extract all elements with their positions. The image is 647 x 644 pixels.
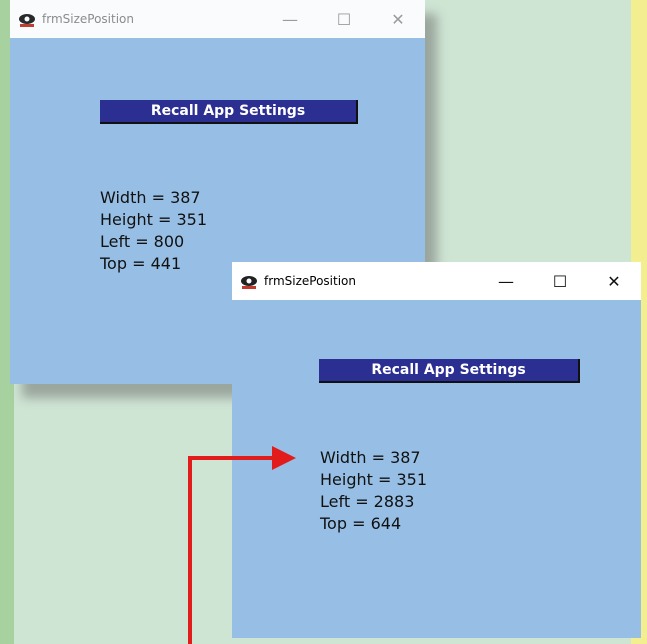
minimize-button[interactable]: — — [479, 262, 533, 300]
top-label: Top = 441 — [100, 254, 182, 273]
recall-app-settings-button[interactable]: Recall App Settings — [319, 359, 580, 383]
window-title: frmSizePosition — [42, 12, 134, 26]
annotation-arrow-vertical — [188, 458, 192, 644]
minimize-button[interactable]: — — [263, 0, 317, 38]
height-label: Height = 351 — [100, 210, 208, 229]
title-bar[interactable]: frmSizePosition — ☐ ✕ — [232, 262, 641, 300]
recall-app-settings-button[interactable]: Recall App Settings — [100, 100, 358, 124]
close-button[interactable]: ✕ — [371, 0, 425, 38]
arrow-head-icon — [272, 446, 296, 470]
top-label: Top = 644 — [320, 514, 402, 533]
window-title: frmSizePosition — [264, 274, 356, 288]
size-position-info: Width = 387 Height = 351 Left = 800 Top … — [100, 187, 207, 275]
maximize-button[interactable]: ☐ — [317, 0, 371, 38]
height-label: Height = 351 — [320, 470, 428, 489]
size-position-info: Width = 387 Height = 351 Left = 2883 Top… — [320, 447, 427, 535]
left-label: Left = 800 — [100, 232, 185, 251]
close-button[interactable]: ✕ — [587, 262, 641, 300]
eye-icon — [240, 274, 258, 289]
width-label: Width = 387 — [320, 448, 421, 467]
annotation-arrow-horizontal — [188, 456, 276, 460]
title-bar[interactable]: frmSizePosition — ☐ ✕ — [10, 0, 425, 38]
left-label: Left = 2883 — [320, 492, 415, 511]
eye-icon — [18, 12, 36, 27]
width-label: Width = 387 — [100, 188, 201, 207]
maximize-button[interactable]: ☐ — [533, 262, 587, 300]
